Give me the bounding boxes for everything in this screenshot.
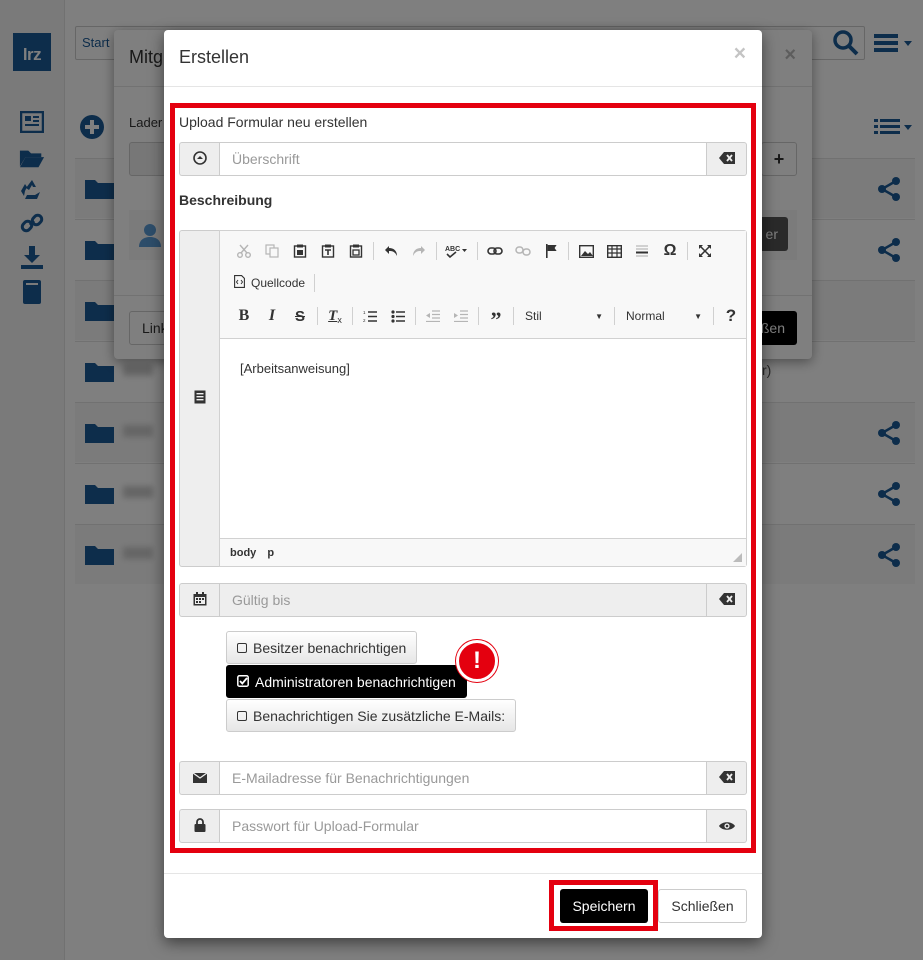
image-icon[interactable] bbox=[572, 239, 600, 263]
bold-icon[interactable]: B bbox=[230, 304, 258, 328]
rich-text-editor: ABC Ω Quellcode B I S T x 1 2 ” Stil ▼ N… bbox=[219, 230, 747, 567]
description-editor-group: ABC Ω Quellcode B I S T x 1 2 ” Stil ▼ N… bbox=[179, 230, 747, 567]
undo-icon[interactable] bbox=[377, 239, 405, 263]
password-group bbox=[179, 809, 747, 843]
path-p[interactable]: p bbox=[267, 547, 274, 559]
backspace-icon bbox=[718, 151, 735, 167]
close-button[interactable]: Schließen bbox=[658, 889, 747, 923]
editor-status-bar: body p bbox=[220, 538, 746, 566]
indent-icon[interactable] bbox=[447, 304, 475, 328]
modal-title: Erstellen bbox=[179, 47, 250, 67]
document-icon bbox=[194, 390, 206, 407]
caret-down-icon: ▼ bbox=[694, 311, 702, 321]
editor-content[interactable]: [Arbeitsanweisung] bbox=[220, 339, 746, 539]
backspace-icon bbox=[718, 770, 735, 786]
strikethrough-icon[interactable]: S bbox=[286, 304, 314, 328]
help-icon[interactable]: ? bbox=[717, 304, 745, 328]
checkbox-checked-icon bbox=[237, 674, 249, 690]
email-group bbox=[179, 761, 747, 795]
divider bbox=[164, 873, 762, 874]
caret-down-icon: ▼ bbox=[595, 311, 603, 321]
heading-group bbox=[179, 142, 747, 176]
outdent-icon[interactable] bbox=[419, 304, 447, 328]
path-body[interactable]: body bbox=[230, 547, 256, 559]
notify-extra-emails-toggle[interactable]: Benachrichtigen Sie zusätzliche E-Mails: bbox=[226, 699, 517, 732]
horizontal-line-icon[interactable] bbox=[628, 239, 656, 263]
description-addon bbox=[179, 230, 219, 567]
redo-icon[interactable] bbox=[405, 239, 433, 263]
checkbox-empty-icon bbox=[237, 710, 247, 721]
style-dropdown[interactable]: Stil ▼ bbox=[517, 304, 611, 328]
omega-icon[interactable]: Ω bbox=[656, 239, 684, 263]
circle-arrow-icon bbox=[192, 150, 207, 168]
numbered-list-icon[interactable]: 12 bbox=[356, 304, 384, 328]
notification-email-input[interactable] bbox=[219, 761, 707, 795]
password-addon bbox=[179, 809, 219, 843]
eye-icon bbox=[718, 818, 735, 834]
valid-until-addon bbox=[179, 583, 219, 617]
upload-form-title: Upload Formular neu erstellen bbox=[179, 114, 368, 130]
notify-owner-toggle[interactable]: Besitzer benachrichtigen bbox=[226, 631, 418, 664]
valid-until-input[interactable] bbox=[219, 583, 707, 617]
close-icon[interactable]: × bbox=[734, 42, 746, 66]
clear-email-button[interactable] bbox=[707, 761, 747, 795]
heading-input[interactable] bbox=[219, 142, 707, 176]
svg-text:1: 1 bbox=[363, 310, 366, 315]
bullet-list-icon[interactable] bbox=[384, 304, 412, 328]
cut-icon[interactable] bbox=[230, 239, 258, 263]
notify-admins-toggle[interactable]: Administratoren benachrichtigen bbox=[226, 665, 467, 698]
copy-icon[interactable] bbox=[258, 239, 286, 263]
spellcheck-icon[interactable]: ABC bbox=[440, 239, 474, 263]
checkbox-empty-icon bbox=[237, 642, 247, 653]
email-addon bbox=[179, 761, 219, 795]
create-modal: Erstellen × Upload Formular neu erstelle… bbox=[164, 30, 762, 938]
unlink-icon[interactable] bbox=[509, 239, 537, 263]
svg-text:ABC: ABC bbox=[445, 246, 460, 253]
paste-word-icon[interactable] bbox=[342, 239, 370, 263]
resize-handle[interactable] bbox=[733, 553, 742, 562]
heading-addon bbox=[179, 142, 219, 176]
remove-format-icon[interactable]: Tx bbox=[321, 304, 349, 328]
save-button[interactable]: Speichern bbox=[560, 889, 648, 923]
valid-until-group bbox=[179, 583, 747, 617]
source-button[interactable]: Quellcode bbox=[230, 271, 311, 295]
divider bbox=[164, 86, 762, 87]
warning-exclamation-icon: ! bbox=[456, 640, 498, 682]
upload-password-input[interactable] bbox=[219, 809, 707, 843]
italic-icon[interactable]: I bbox=[258, 304, 286, 328]
clear-heading-button[interactable] bbox=[707, 142, 747, 176]
description-label: Beschreibung bbox=[179, 192, 273, 208]
paste-text-icon[interactable] bbox=[314, 239, 342, 263]
link-icon[interactable] bbox=[481, 239, 509, 263]
backspace-icon bbox=[718, 592, 735, 608]
table-icon[interactable] bbox=[600, 239, 628, 263]
anchor-flag-icon[interactable] bbox=[537, 239, 565, 263]
format-dropdown[interactable]: Normal ▼ bbox=[618, 304, 710, 328]
calendar-icon bbox=[193, 591, 207, 609]
svg-text:2: 2 bbox=[363, 318, 366, 323]
clear-valid-until-button[interactable] bbox=[707, 583, 747, 617]
paste-icon[interactable] bbox=[286, 239, 314, 263]
editor-toolbar: ABC Ω Quellcode B I S T x 1 2 ” Stil ▼ N… bbox=[220, 231, 746, 339]
source-code-icon bbox=[234, 275, 245, 291]
show-password-button[interactable] bbox=[707, 809, 747, 843]
blockquote-icon[interactable]: ” bbox=[482, 304, 510, 332]
maximize-icon[interactable] bbox=[691, 239, 719, 263]
envelope-icon bbox=[192, 770, 207, 786]
lock-icon bbox=[194, 817, 206, 835]
